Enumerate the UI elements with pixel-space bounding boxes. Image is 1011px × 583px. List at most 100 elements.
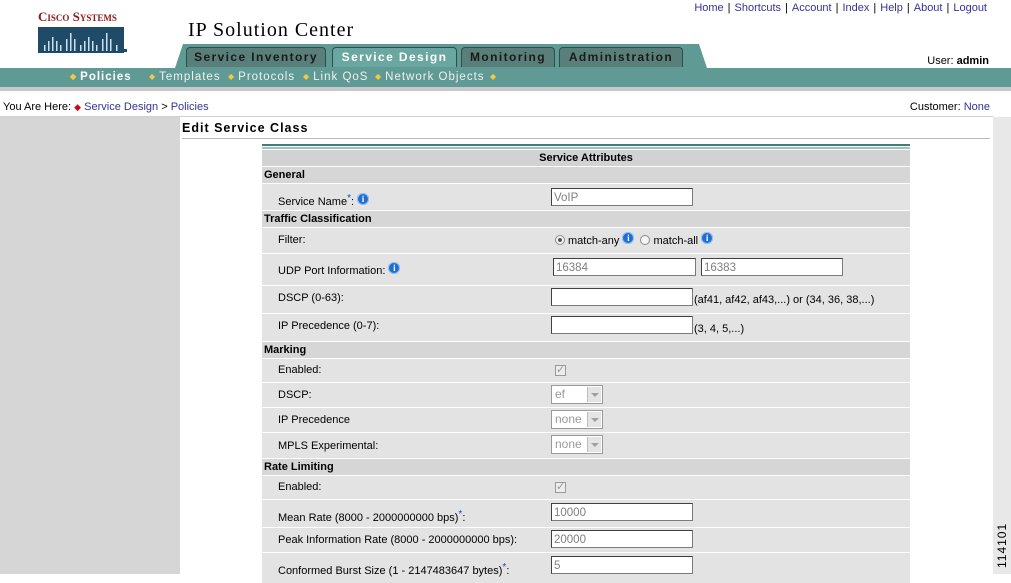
logo-bars-icon xyxy=(38,27,127,53)
dscp-input[interactable] xyxy=(551,288,693,306)
breadcrumb-prefix: You Are Here: xyxy=(3,101,72,113)
section-traffic-classification: Traffic Classification xyxy=(262,210,910,227)
row-burst-size: Conformed Burst Size (1 - 2147483647 byt… xyxy=(262,552,910,583)
section-general: General xyxy=(262,166,910,183)
row-ip-precedence: IP Precedence (0-7): (3, 4, 5,...) xyxy=(262,313,910,341)
breadcrumb-policies[interactable]: Policies xyxy=(171,101,209,113)
mean-rate-label: Mean Rate (8000 - 2000000000 bps) xyxy=(278,512,459,524)
user-indicator: User: admin xyxy=(927,55,989,67)
link-about[interactable]: About xyxy=(914,2,943,14)
diamond-icon: ◆ xyxy=(228,72,236,81)
burst-size-label: Conformed Burst Size (1 - 2147483647 byt… xyxy=(278,565,503,577)
udp-port-start-input[interactable]: 16384 xyxy=(553,258,696,276)
row-filter: Filter: match-any i match-all i xyxy=(262,227,910,253)
tab-service-design[interactable]: Service Design xyxy=(332,47,457,67)
diamond-icon: ◆ xyxy=(70,72,78,81)
udp-port-end-input[interactable]: 16383 xyxy=(701,258,843,276)
chevron-down-icon xyxy=(587,387,601,402)
info-icon[interactable]: i xyxy=(357,193,370,205)
row-marking-ip-precedence: IP Precedence none xyxy=(262,407,910,432)
marking-enabled-label: Enabled: xyxy=(278,364,322,376)
chevron-right-icon: > xyxy=(161,101,168,113)
tab-monitoring[interactable]: Monitoring xyxy=(461,47,555,67)
ip-precedence-hint: (3, 4, 5,...) xyxy=(694,323,745,335)
row-mean-rate: Mean Rate (8000 - 2000000000 bps)*: 1000… xyxy=(262,499,910,527)
link-shortcuts[interactable]: Shortcuts xyxy=(735,2,781,14)
user-name: admin xyxy=(956,55,989,67)
radio-match-any[interactable] xyxy=(555,235,565,245)
required-asterisk: * xyxy=(458,509,463,520)
marking-ip-precedence-label: IP Precedence xyxy=(278,414,350,426)
left-sidebar xyxy=(0,117,180,574)
service-attributes-form: Service Attributes General Service Name*… xyxy=(262,144,910,583)
marking-ip-precedence-select[interactable]: none xyxy=(551,410,603,429)
radio-match-all[interactable] xyxy=(640,235,651,245)
row-rate-enabled: Enabled: xyxy=(262,475,910,499)
link-home[interactable]: Home xyxy=(694,2,723,14)
info-icon[interactable]: i xyxy=(388,262,401,274)
sub-navigation: ◆ Policies ◆ Templates ◆ Protocols ◆ Link Qo… xyxy=(0,68,1011,87)
row-service-name: Service Name*: i VoIP xyxy=(262,183,910,210)
required-asterisk: * xyxy=(347,193,351,204)
subnav-policies[interactable]: ◆ Policies xyxy=(70,71,132,83)
customer-indicator: Customer: None xyxy=(910,101,990,113)
diamond-icon: ◆ xyxy=(303,72,311,81)
link-logout[interactable]: Logout xyxy=(953,2,987,14)
match-all-label: match-all xyxy=(653,235,699,247)
mean-rate-input[interactable]: 10000 xyxy=(551,503,693,521)
rate-enabled-checkbox[interactable] xyxy=(555,480,566,493)
udp-port-label: UDP Port Information: xyxy=(278,265,386,277)
chevron-down-icon xyxy=(587,437,601,452)
link-index[interactable]: Index xyxy=(842,2,869,14)
link-help[interactable]: Help xyxy=(880,2,903,14)
tab-service-inventory[interactable]: Service Inventory xyxy=(186,47,326,67)
diamond-icon: ◆ xyxy=(149,72,157,81)
customer-label: Customer: xyxy=(909,101,961,113)
dscp-label: DSCP (0-63): xyxy=(278,292,344,304)
rate-enabled-label: Enabled: xyxy=(278,481,322,493)
divider xyxy=(182,138,990,139)
subnav-templates[interactable]: ◆ Templates xyxy=(149,71,221,83)
breadcrumb-service-design[interactable]: Service Design xyxy=(84,101,158,113)
figure-number: 114101 xyxy=(995,522,1009,568)
marking-dscp-label: DSCP: xyxy=(278,389,312,401)
info-icon[interactable]: i xyxy=(701,232,714,244)
link-account[interactable]: Account xyxy=(792,2,832,14)
band-divider xyxy=(0,87,1011,91)
marking-mpls-select[interactable]: none xyxy=(551,435,603,454)
section-marking: Marking xyxy=(262,341,910,358)
customer-value[interactable]: None xyxy=(964,101,990,113)
match-any-label: match-any xyxy=(568,235,620,247)
subnav-protocols[interactable]: ◆ Protocols xyxy=(228,71,295,83)
ip-precedence-label: IP Precedence (0-7): xyxy=(278,320,380,332)
filter-label: Filter: xyxy=(278,234,306,246)
required-asterisk: * xyxy=(502,562,507,573)
service-name-input[interactable]: VoIP xyxy=(551,188,693,206)
row-dscp: DSCP (0-63): (af41, af42, af43,...) or (… xyxy=(262,285,910,313)
row-marking-enabled: Enabled: xyxy=(262,358,910,382)
marking-dscp-select[interactable]: ef xyxy=(551,385,603,404)
cisco-logo: Cisco Systems xyxy=(38,9,128,53)
row-marking-dscp: DSCP: ef xyxy=(262,382,910,407)
service-name-label: Service Name xyxy=(278,196,348,208)
filter-options: match-any i match-all i xyxy=(555,232,714,247)
app-title: IP Solution Center xyxy=(188,19,355,41)
peak-rate-input[interactable]: 20000 xyxy=(551,530,693,548)
page-title: Edit Service Class xyxy=(182,121,309,135)
subnav-network-objects[interactable]: ◆ Network Objects xyxy=(375,71,485,83)
burst-size-input[interactable]: 5 xyxy=(551,556,693,574)
breadcrumb: You Are Here: ◆ Service Design > Policie… xyxy=(3,101,209,113)
row-peak-rate: Peak Information Rate (8000 - 2000000000… xyxy=(262,527,910,552)
tab-administration[interactable]: Administration xyxy=(559,47,683,67)
ip-precedence-input[interactable] xyxy=(551,316,693,334)
info-icon[interactable]: i xyxy=(622,232,635,244)
marking-enabled-checkbox[interactable] xyxy=(555,363,566,376)
top-links: Home | Shortcuts | Account | Index | Help | About |… xyxy=(694,2,987,14)
form-title: Service Attributes xyxy=(262,149,910,166)
marking-mpls-label: MPLS Experimental: xyxy=(278,440,379,452)
row-marking-mpls: MPLS Experimental: none xyxy=(262,432,910,458)
subnav-link-qos[interactable]: ◆ Link QoS xyxy=(303,71,368,83)
row-udp-port: UDP Port Information: i 16384 16383 xyxy=(262,253,910,285)
logo-text: Cisco Systems xyxy=(38,9,117,24)
diamond-icon: ◆ xyxy=(74,102,82,112)
